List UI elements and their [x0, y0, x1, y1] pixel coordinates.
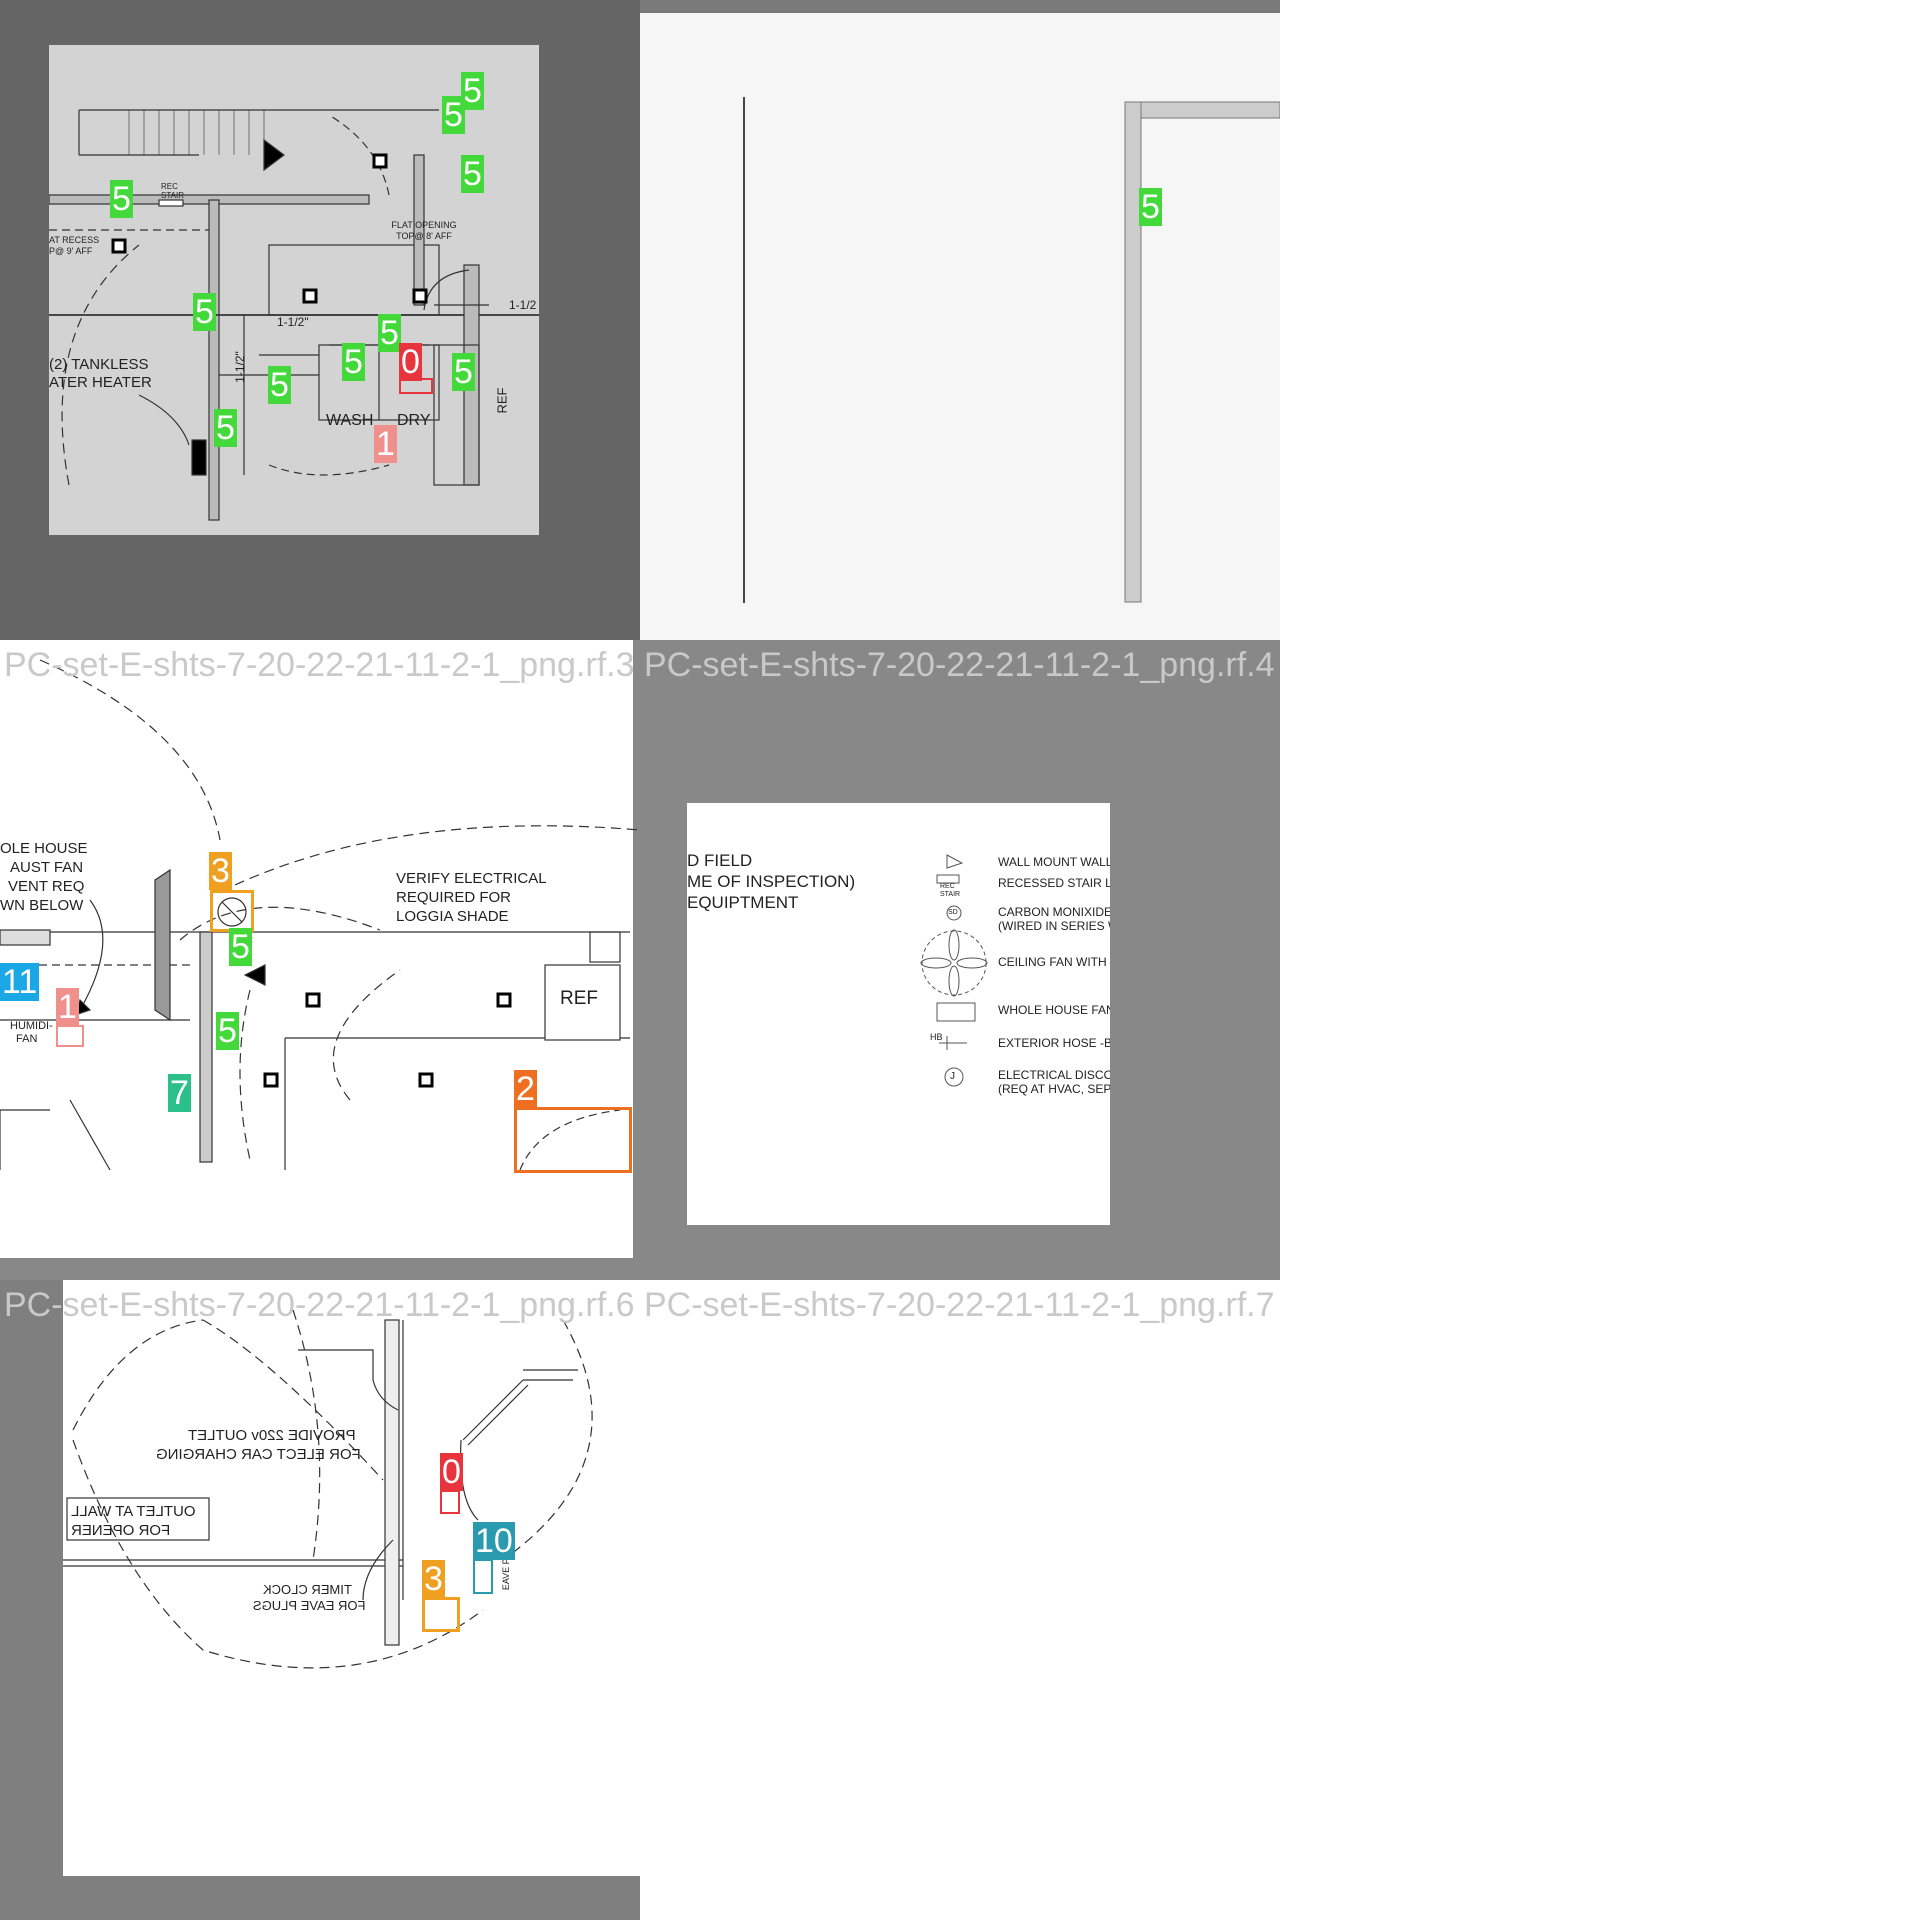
- flat-recess-label: AT RECESS P@ 9' AFF: [49, 235, 100, 256]
- wall-outlet-note-1: OUTLET AT WALL: [71, 1503, 196, 1520]
- tile-3: OLE HOUSE AUST FAN VENT REQ WN BELOW VER…: [0, 640, 640, 1280]
- class-badge-5: 5: [268, 366, 291, 404]
- legend-symbol-rec-stair: REC STAIR: [940, 883, 961, 898]
- class-badge-0: 0: [440, 1453, 463, 1491]
- legend-entry-ceiling-fan: CEILING FAN WITH L: [998, 955, 1110, 969]
- whole-house-label-4: WN BELOW: [0, 897, 84, 914]
- detection-box-3: [210, 890, 254, 932]
- legend-entry-exterior-hose: EXTERIOR HOSE -B: [998, 1036, 1110, 1050]
- timer-clock-note-1: TIMER CLOCK: [263, 1582, 352, 1597]
- whole-house-label-2: AUST FAN: [10, 859, 84, 876]
- tile-caption-6: PC-set-E-shts-7-20-22-21-11-2-1_png.rf.6: [4, 1286, 635, 1324]
- class-badge-5: 5: [110, 180, 133, 218]
- tankless-label-1: (2) TANKLESS: [49, 356, 149, 373]
- floorplan-drawing: [63, 1309, 593, 1669]
- class-badge-5: 5: [378, 314, 401, 352]
- verify-electrical-label-3: LOGGIA SHADE: [396, 908, 509, 925]
- class-badge-5: 5: [461, 155, 484, 193]
- dimension-label-1: 1-1/2": [277, 315, 309, 329]
- class-badge-5: 5: [214, 409, 237, 447]
- verify-electrical-label-2: REQUIRED FOR: [396, 889, 512, 906]
- class-badge-1: 1: [374, 425, 397, 463]
- car-charging-note-1: PROVIDE 220v OUTLET: [188, 1427, 356, 1444]
- legend-sheet: D FIELD ME OF INSPECTION) EQUIPTMENT REC…: [687, 803, 1110, 1225]
- legend-symbol-hb: HB: [930, 1032, 943, 1042]
- whole-house-label-1: OLE HOUSE: [0, 840, 88, 857]
- verify-electrical-label-1: VERIFY ELECTRICAL: [396, 870, 547, 887]
- ref-label: REF: [560, 988, 598, 1009]
- class-badge-2: 2: [514, 1070, 537, 1108]
- class-badge-5: 5: [216, 1012, 239, 1050]
- tile-4: D FIELD ME OF INSPECTION) EQUIPTMENT REC…: [640, 640, 1280, 1280]
- class-badge-1: 1: [56, 988, 79, 1026]
- class-badge-10: 10: [473, 1522, 515, 1560]
- dry-label: DRY: [397, 412, 431, 429]
- class-badge-0: 0: [399, 343, 422, 381]
- tile-1-image: REC STAIR FLAT OPENING TOP@ 8' AFF AT RE…: [49, 45, 539, 535]
- legend-symbol-j: J: [950, 1071, 955, 1082]
- legend-symbol-sd: SD: [948, 909, 958, 916]
- legend-entry-whole-house-fan: WHOLE HOUSE FAN: [998, 1003, 1110, 1017]
- class-badge-5: 5: [342, 343, 365, 381]
- tankless-label-2: ATER HEATER: [49, 374, 152, 391]
- wall-outlet-note-2: FOR OPENER: [71, 1522, 171, 1539]
- tile-caption-7: PC-set-E-shts-7-20-22-21-11-2-1_png.rf.7: [644, 1286, 1275, 1324]
- dimension-label-2: 1-1/2": [232, 351, 247, 383]
- legend-entry-recessed-stair: RECESSED STAIR L: [998, 876, 1110, 890]
- legend-note-3: EQUIPTMENT: [687, 893, 799, 912]
- legend-note-2: ME OF INSPECTION): [687, 872, 856, 891]
- timer-clock-note-2: FOR EAVE PLUGS: [253, 1598, 366, 1613]
- class-badge-3: 3: [209, 852, 232, 890]
- legend-entry-wall-mount: WALL MOUNT WALL: [998, 855, 1110, 869]
- legend-note-1: D FIELD: [687, 851, 753, 870]
- legend-entry-carbon-monoxide-1: CARBON MONIXIDE: [998, 905, 1110, 919]
- flat-opening-label: FLAT OPENING TOP@ 8' AFF: [391, 220, 457, 241]
- class-badge-5: 5: [193, 293, 216, 331]
- tile-6: [640, 1280, 1280, 1920]
- detection-box-3: [422, 1597, 460, 1632]
- detection-box-2: [514, 1107, 632, 1173]
- class-badge-11: 11: [0, 963, 40, 1001]
- floorplan-drawing: [0, 659, 640, 1171]
- floorplan-drawing: [49, 109, 539, 521]
- detection-box-1: [56, 1025, 84, 1047]
- tile-caption-3: PC-set-E-shts-7-20-22-21-11-2-1_png.rf.3: [4, 646, 635, 684]
- wall-drawing: [743, 97, 1280, 603]
- legend-entry-electrical-disconnect-1: ELECTRICAL DISCO: [998, 1068, 1110, 1082]
- humidifier-label: HUMIDI-: [10, 1020, 53, 1032]
- fan-label: FAN: [16, 1033, 38, 1045]
- detection-box-10: [473, 1559, 493, 1594]
- tile-2: 5: [640, 0, 1280, 640]
- class-badge-5: 5: [442, 96, 465, 134]
- tile-5: PROVIDE 220v OUTLET FOR ELECT CAR CHARGI…: [0, 1280, 640, 1920]
- legend-entry-carbon-monoxide-2: (WIRED IN SERIES W: [998, 919, 1110, 933]
- tile-5-image: PROVIDE 220v OUTLET FOR ELECT CAR CHARGI…: [63, 1280, 640, 1876]
- ref-label: REF: [494, 387, 510, 414]
- legend-entry-electrical-disconnect-2: (REQ AT HVAC, SEP: [998, 1082, 1110, 1096]
- class-badge-5: 5: [1139, 188, 1162, 226]
- class-badge-5: 5: [452, 353, 475, 391]
- class-badge-5: 5: [229, 928, 252, 966]
- class-badge-3: 3: [422, 1560, 445, 1598]
- tile-caption-4: PC-set-E-shts-7-20-22-21-11-2-1_png.rf.4: [644, 646, 1275, 684]
- wash-label: WASH: [326, 412, 374, 429]
- detection-box-0: [440, 1490, 460, 1514]
- rec-stair-label: REC STAIR: [161, 182, 184, 200]
- dimension-label-3: 1-1/2: [509, 298, 537, 312]
- class-badge-7: 7: [168, 1074, 191, 1112]
- tile-1: REC STAIR FLAT OPENING TOP@ 8' AFF AT RE…: [0, 0, 640, 640]
- car-charging-note-2: FOR ELECT CAR CHARGING: [156, 1446, 361, 1463]
- whole-house-label-3: VENT REQ: [8, 878, 85, 895]
